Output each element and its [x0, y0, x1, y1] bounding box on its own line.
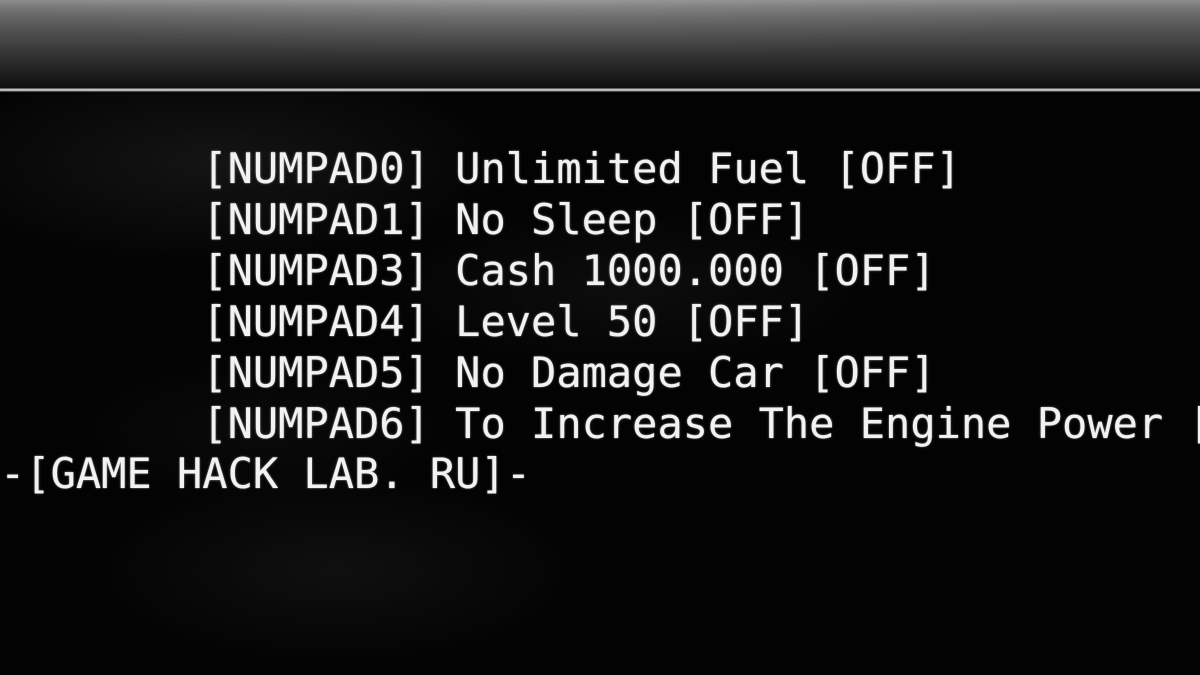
cheat-console-panel: [NUMPAD0] Unlimited Fuel [OFF] [NUMPAD1]… [0, 92, 1200, 675]
banner-sheen-highlight [0, 0, 1200, 88]
cheat-row-numpad0[interactable]: [NUMPAD0] Unlimited Fuel [OFF] [0, 92, 1200, 193]
cheat-list: [NUMPAD0] Unlimited Fuel [OFF] [NUMPAD1]… [0, 92, 1200, 499]
cheat-label-engine-power: To Increase The Engine Power [455, 399, 1164, 448]
cheat-row-numpad5[interactable]: [NUMPAD5] No Damage Car [OFF] [0, 296, 1200, 397]
credit-watermark: -[GAME HACK LAB. RU]- [0, 449, 532, 498]
cheat-row-numpad1[interactable]: [NUMPAD1] No Sleep [OFF] [0, 143, 1200, 244]
cheat-row-numpad4[interactable]: [NUMPAD4] Level 50 [OFF] [0, 245, 1200, 346]
cheat-separator [430, 399, 455, 448]
cheat-key-numpad6: [NUMPAD6] [202, 399, 430, 448]
trainer-overlay-screen: [NUMPAD0] Unlimited Fuel [OFF] [NUMPAD1]… [0, 0, 1200, 675]
top-gradient-banner [0, 0, 1200, 88]
cheat-row-numpad6[interactable]: [NUMPAD6] To Increase The Engine Power [… [0, 347, 1200, 448]
cheat-state-badge[interactable]: [OFF] [1163, 399, 1200, 448]
cheat-row-numpad3[interactable]: [NUMPAD3] Cash 1000.000 [OFF] [0, 194, 1200, 295]
